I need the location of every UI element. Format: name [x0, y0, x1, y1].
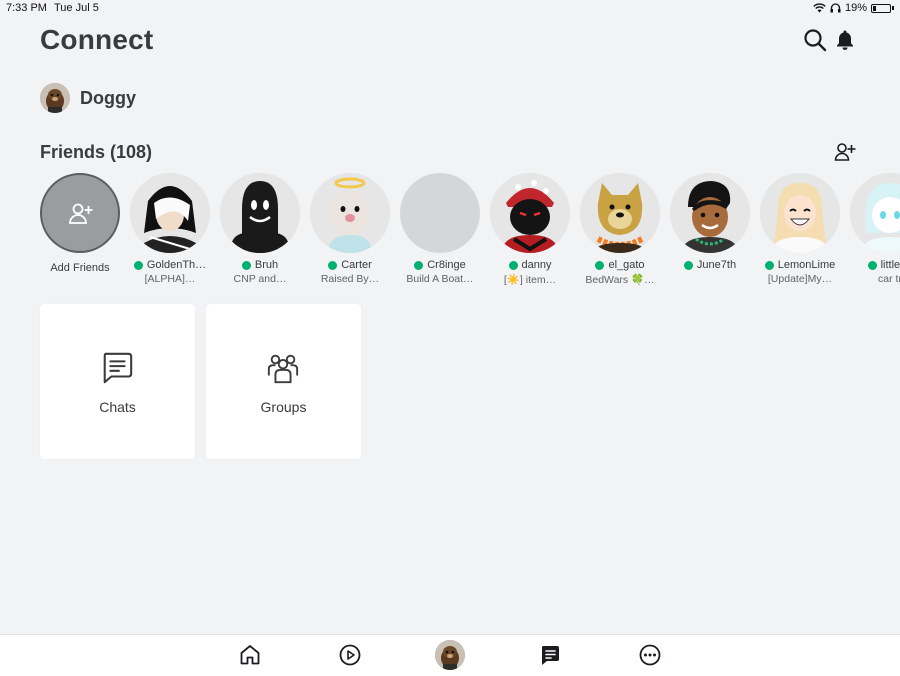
friend-status: BedWars 🍀…	[585, 274, 655, 286]
online-indicator	[508, 260, 518, 270]
friend-avatar	[400, 173, 480, 253]
friend-name: Carter	[341, 259, 372, 271]
online-indicator	[683, 260, 693, 270]
add-friends-label: Add Friends	[50, 262, 110, 274]
friend-name: danny	[521, 259, 552, 271]
online-indicator	[867, 260, 877, 270]
headphones-icon	[830, 3, 841, 13]
friend-name: LemonLime	[777, 259, 836, 271]
friend-status: [ALPHA]…	[144, 273, 196, 285]
friend-status: Build A Boat…	[406, 273, 474, 285]
friend-status: car tr	[878, 273, 900, 285]
chat-bubble-icon	[103, 352, 133, 384]
friends-carousel[interactable]: Add Friends GoldenTh… [ALPHA]… Bruh CNP …	[40, 173, 900, 293]
friend-status: CNP and…	[233, 273, 287, 285]
friend-avatar	[670, 173, 750, 253]
friend-item[interactable]: little_u car tr	[850, 173, 900, 285]
add-friends-button[interactable]: Add Friends	[40, 173, 120, 274]
friend-avatar	[310, 173, 390, 253]
online-indicator	[241, 260, 251, 270]
friend-avatar	[580, 173, 660, 253]
status-right: 19%	[813, 2, 894, 14]
status-bar: 7:33 PM Tue Jul 5 19%	[0, 0, 900, 16]
friend-status: [☀️] item…	[503, 274, 557, 286]
friend-status: Raised By…	[320, 273, 380, 285]
wifi-icon	[813, 3, 826, 13]
friend-item[interactable]: Carter Raised By…	[310, 173, 390, 285]
friend-item[interactable]: June7th	[670, 173, 750, 273]
online-indicator	[595, 260, 605, 270]
battery-icon	[871, 3, 891, 13]
friend-avatar	[490, 173, 570, 253]
friend-name: little_u	[880, 259, 900, 271]
friend-item[interactable]: Cr8inge Build A Boat…	[400, 173, 480, 285]
friends-header: Friends (108)	[40, 142, 153, 162]
search-icon[interactable]	[803, 28, 827, 52]
friend-avatar	[130, 173, 210, 253]
bell-icon[interactable]	[833, 28, 857, 52]
friend-item[interactable]: danny [☀️] item…	[490, 173, 570, 286]
avatar	[40, 83, 70, 113]
play-icon[interactable]	[338, 643, 362, 667]
status-date: Tue Jul 5	[54, 2, 99, 14]
battery-percent: 19%	[844, 2, 867, 14]
profile-link[interactable]: Doggy	[40, 83, 136, 113]
page-title: Connect	[40, 24, 154, 55]
chat-icon[interactable]	[538, 643, 562, 667]
online-indicator	[764, 260, 774, 270]
friend-item[interactable]: GoldenTh… [ALPHA]…	[130, 173, 210, 285]
friend-name: Cr8inge	[427, 259, 466, 271]
add-user-icon	[69, 203, 93, 224]
bottom-nav	[0, 634, 900, 676]
friend-item[interactable]: Bruh CNP and…	[220, 173, 300, 285]
add-friend-icon[interactable]	[834, 142, 856, 162]
friend-name: Bruh	[254, 259, 279, 271]
groups-icon	[267, 354, 299, 384]
friend-name: GoldenTh…	[146, 259, 207, 271]
groups-tile[interactable]: Groups	[206, 304, 361, 459]
online-indicator	[414, 260, 424, 270]
friend-item[interactable]: LemonLime [Update]My…	[760, 173, 840, 285]
online-indicator	[133, 260, 143, 270]
friend-name: el_gato	[608, 259, 645, 271]
status-time: 7:33 PM	[6, 2, 47, 14]
friend-avatar	[220, 173, 300, 253]
friend-name: June7th	[696, 259, 737, 271]
friend-avatar	[850, 173, 900, 253]
profile-name: Doggy	[80, 87, 136, 108]
friend-status: [Update]My…	[767, 273, 833, 285]
groups-label: Groups	[260, 399, 307, 415]
battery-nub	[892, 6, 894, 10]
add-friends-circle[interactable]	[40, 173, 120, 253]
more-icon[interactable]	[638, 643, 662, 667]
friend-item[interactable]: el_gato BedWars 🍀…	[580, 173, 660, 286]
online-indicator	[328, 260, 338, 270]
home-icon[interactable]	[238, 643, 262, 667]
avatar[interactable]	[435, 640, 465, 670]
friend-avatar	[760, 173, 840, 253]
chats-label: Chats	[99, 399, 136, 415]
chats-tile[interactable]: Chats	[40, 304, 195, 459]
